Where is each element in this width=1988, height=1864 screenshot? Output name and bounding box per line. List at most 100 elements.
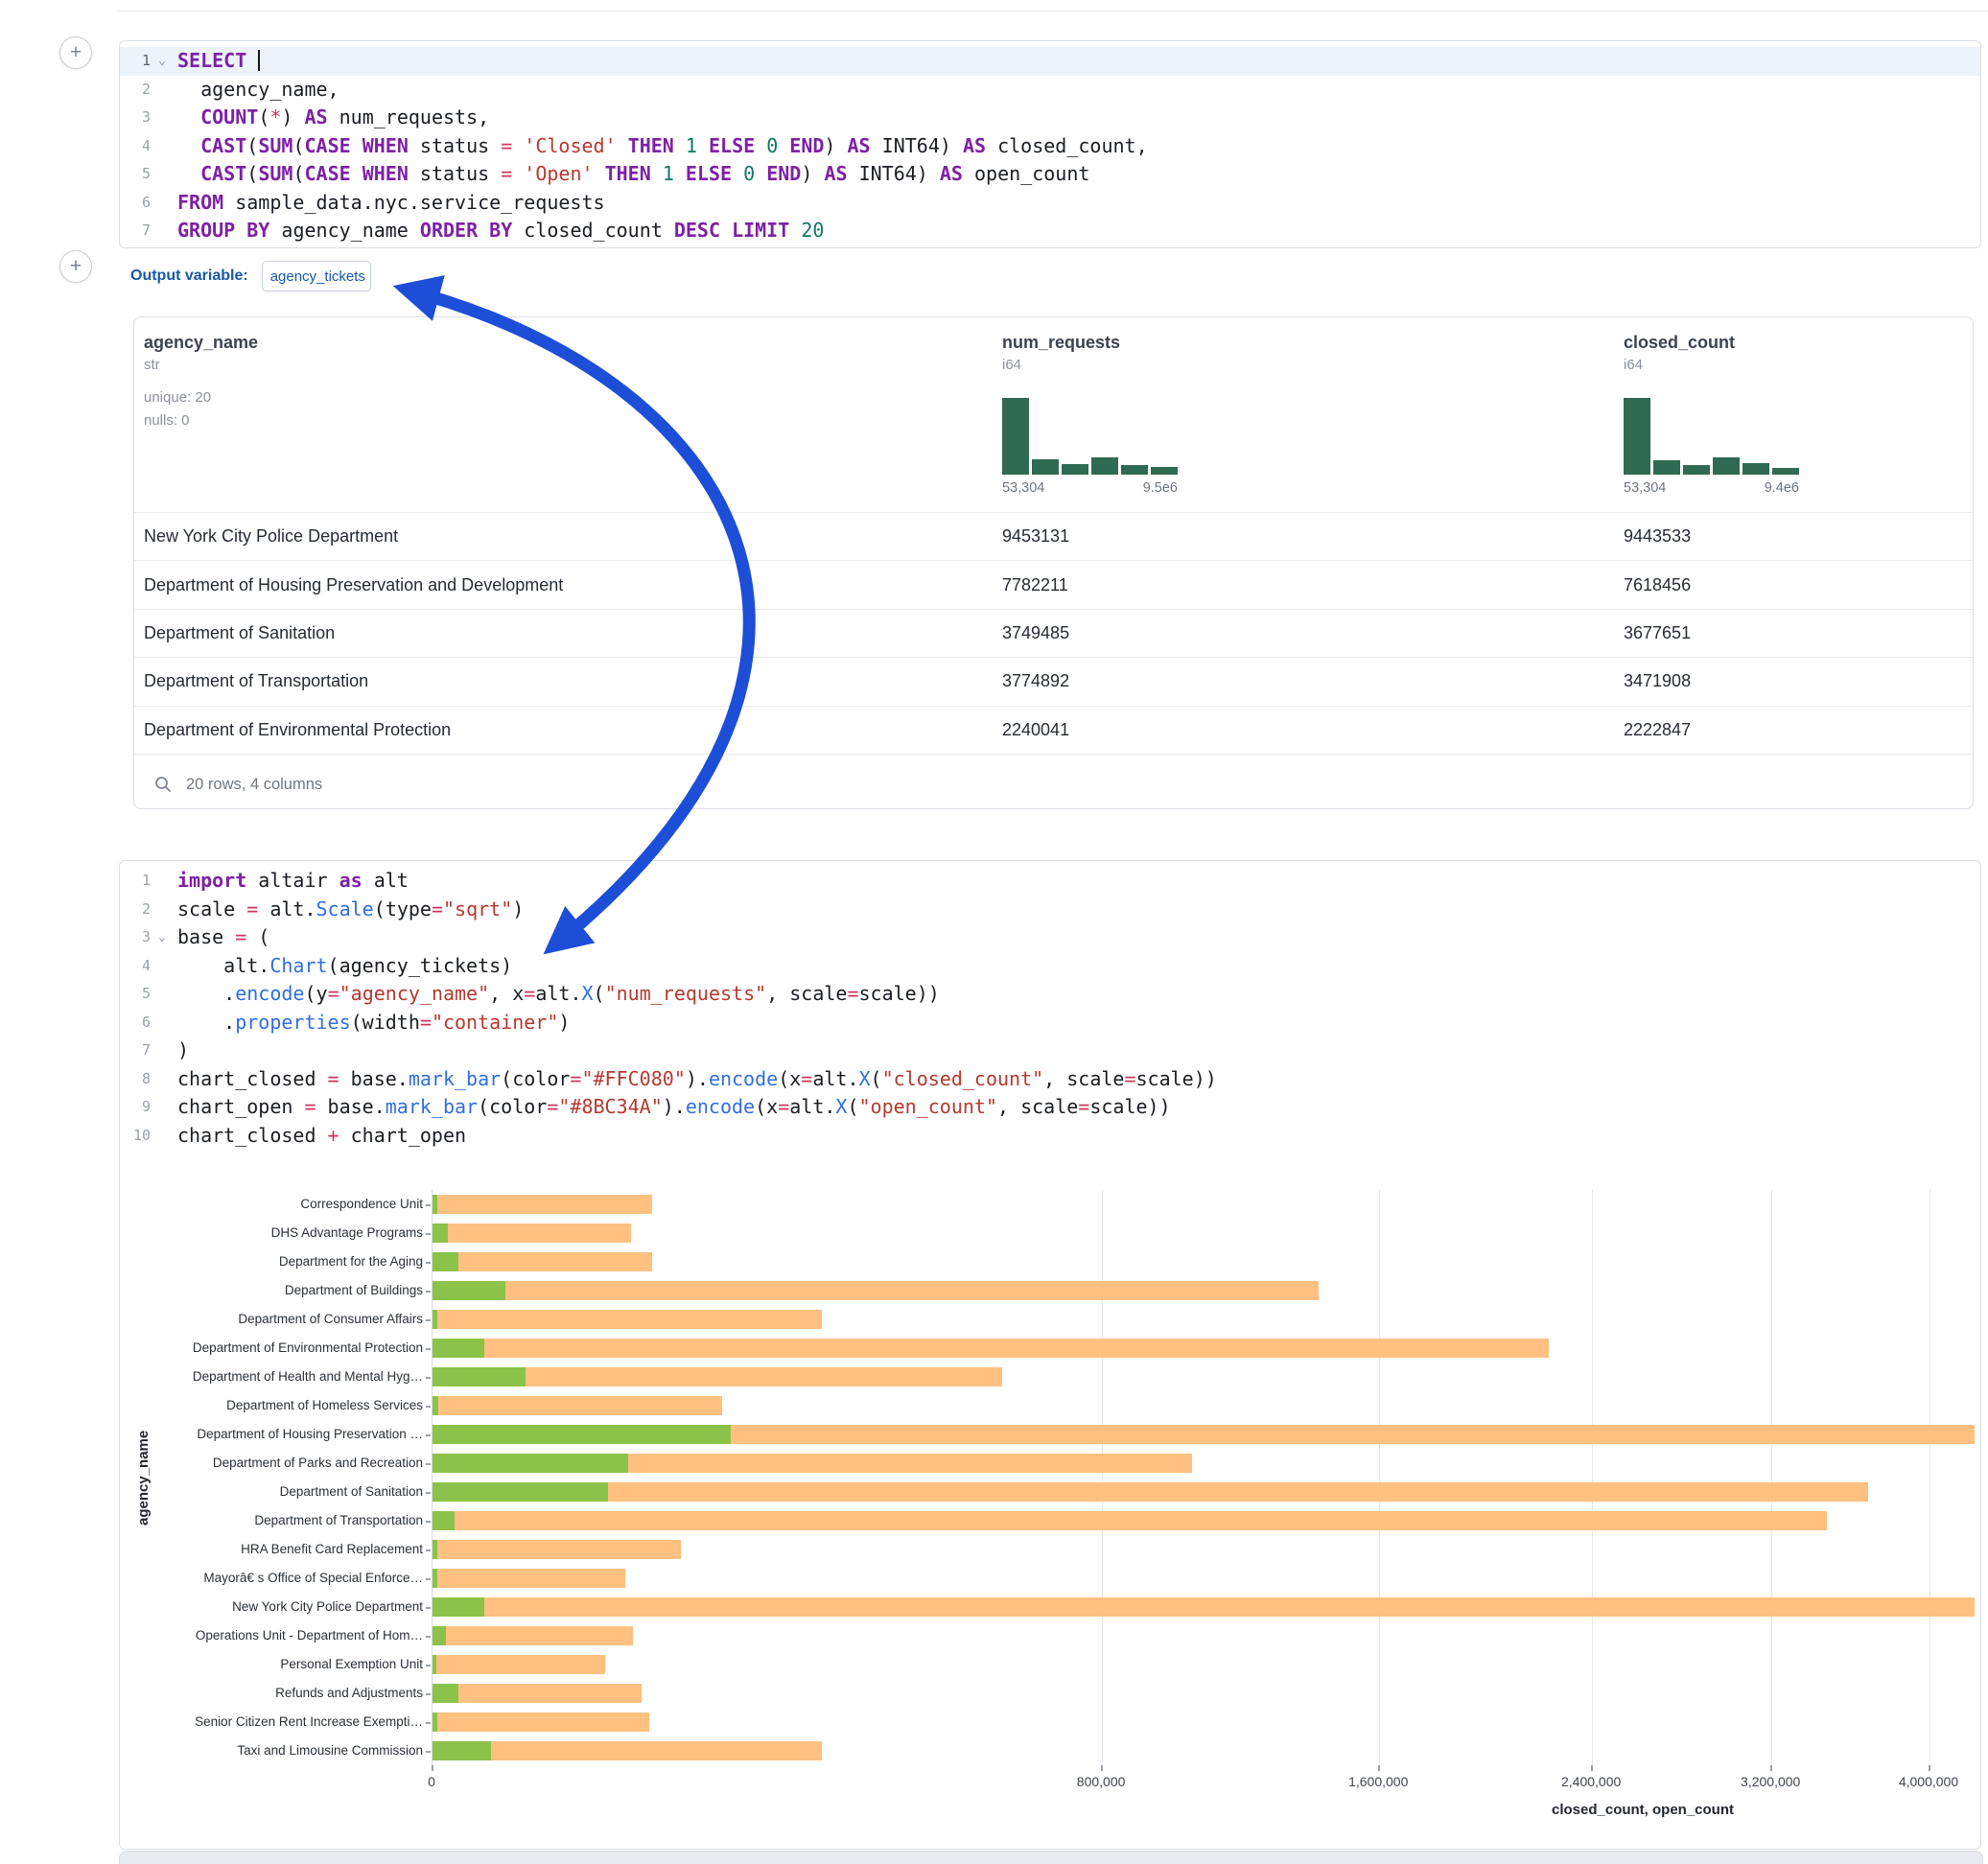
bar-closed [433,1252,652,1271]
python-cell[interactable]: 123⌄45678910 import altair as altscale =… [119,860,1981,1850]
code-line: COUNT(*) AS num_requests, [170,104,1980,132]
line-number: 2 [120,76,170,105]
category-tick [426,1262,431,1264]
category-label: Department of Consumer Affairs [120,1305,423,1334]
table-body: New York City Police Department945313194… [134,512,1973,754]
line-number: 5 [120,980,170,1009]
category-tick [426,1377,431,1379]
category-tick [426,1406,431,1408]
bar-open [433,1425,731,1444]
table-cell: 3677651 [1624,623,1973,643]
column-header-closed-count[interactable]: closed_count i64 53,304 9.4e6 [1624,317,1974,496]
add-cell-button-output[interactable]: + [59,250,92,283]
column-title: agency_name [144,333,738,353]
line-number: 3⌄ [120,923,170,952]
grid-line [1379,1190,1380,1765]
table-row: Department of Housing Preservation and D… [134,560,1973,608]
bar-closed [433,1569,625,1588]
category-tick [426,1665,431,1666]
line-number: 1⌄ [120,47,170,76]
column-title: num_requests [1002,333,1597,353]
line-number: 5 [120,160,170,189]
table-footer: 20 rows, 4 columns [134,754,1973,809]
line-number-gutter: 1⌄234567 [120,41,170,245]
bar-closed [433,1540,681,1559]
column-header-num-requests[interactable]: num_requests i64 53,304 9.5e6 [1002,317,1597,496]
line-number: 6 [120,189,170,218]
table-cell: Department of Sanitation [144,623,1002,643]
table-cell: 7782211 [1002,575,1624,595]
category-tick [426,1607,431,1609]
category-label: Department of Parks and Recreation [120,1449,423,1478]
histogram-bar [1002,398,1029,475]
table-cell: New York City Police Department [144,526,1002,547]
bar-closed [433,1713,649,1732]
table-cell: 2222847 [1624,720,1973,740]
line-number: 2 [120,896,170,924]
code-line: scale = alt.Scale(type="sqrt") [170,896,1980,924]
column-meta-unique: unique: 20 [144,386,738,409]
code-line: import altair as alt [170,867,1980,896]
column-histogram [1002,398,1178,475]
bar-closed [433,1310,822,1329]
axis-tick-label: 3,200,000 [1713,1774,1828,1789]
add-cell-button-top[interactable]: + [59,36,92,69]
category-label: DHS Advantage Programs [120,1219,423,1247]
fold-chevron-icon[interactable]: ⌄ [154,47,170,76]
table-cell: Department of Housing Preservation and D… [144,575,1002,595]
text-cursor [258,50,260,71]
bar-closed [433,1482,1868,1502]
table-cell: 9443533 [1624,526,1973,547]
bar-closed [433,1339,1549,1358]
histogram-bar [1624,398,1650,475]
collapsed-cell-bar[interactable] [119,1851,1983,1864]
code-line: agency_name, [170,76,1980,105]
category-tick [426,1636,431,1638]
category-tick [426,1319,431,1321]
fold-chevron-icon[interactable]: ⌄ [154,923,170,952]
bar-open [433,1396,438,1415]
bar-closed [433,1684,642,1703]
category-label: Mayorâ€ s Office of Special Enforce… [120,1564,423,1593]
category-label: Department for the Aging [120,1247,423,1276]
code-line: FROM sample_data.nyc.service_requests [170,189,1980,218]
column-header-agency-name[interactable]: agency_name str unique: 20 nulls: 0 [144,317,738,432]
bar-closed [433,1626,633,1645]
line-number: 9 [120,1093,170,1122]
table-row-count: 20 rows, 4 columns [186,776,322,794]
grid-line [1102,1190,1103,1765]
bar-open [433,1569,437,1588]
code-line: CAST(SUM(CASE WHEN status = 'Closed' THE… [170,132,1980,161]
output-variable-chip[interactable]: agency_tickets [262,261,371,291]
table-search-icon[interactable] [153,775,173,794]
axis-tick-label: 800,000 [1043,1774,1158,1789]
axis-tick-label: 2,400,000 [1533,1774,1649,1789]
bar-open [433,1511,455,1530]
table-row: New York City Police Department945313194… [134,512,1973,560]
bar-closed [433,1655,605,1674]
bar-open [433,1626,446,1645]
code-line: SELECT [170,47,1980,76]
axis-tick [1929,1765,1930,1771]
axis-tick-label: 1,600,000 [1321,1774,1436,1789]
column-dtype: i64 [1624,357,1974,373]
category-label: Refunds and Adjustments [120,1679,423,1708]
category-tick [426,1434,431,1436]
code-line: chart_closed + chart_open [170,1122,1980,1151]
bar-chart: agency_name closed_count, open_count 080… [120,1190,1980,1842]
line-number-gutter: 123⌄45678910 [120,861,170,1150]
sql-code: SELECT agency_name, COUNT(*) AS num_requ… [170,41,1980,245]
bar-closed [433,1195,652,1214]
table-cell: 2240041 [1002,720,1624,740]
bar-open [433,1684,458,1703]
category-label: Department of Homeless Services [120,1391,423,1420]
code-line: .properties(width="container") [170,1009,1980,1037]
bar-open [433,1741,491,1760]
column-dtype: i64 [1002,357,1597,373]
sql-cell-editor[interactable]: 1⌄234567 SELECT agency_name, COUNT(*) AS… [119,40,1981,248]
chart-plot-area [432,1190,1975,1765]
bar-open [433,1713,437,1732]
line-number: 7 [120,217,170,245]
line-number: 6 [120,1009,170,1037]
category-label: Personal Exemption Unit [120,1650,423,1679]
